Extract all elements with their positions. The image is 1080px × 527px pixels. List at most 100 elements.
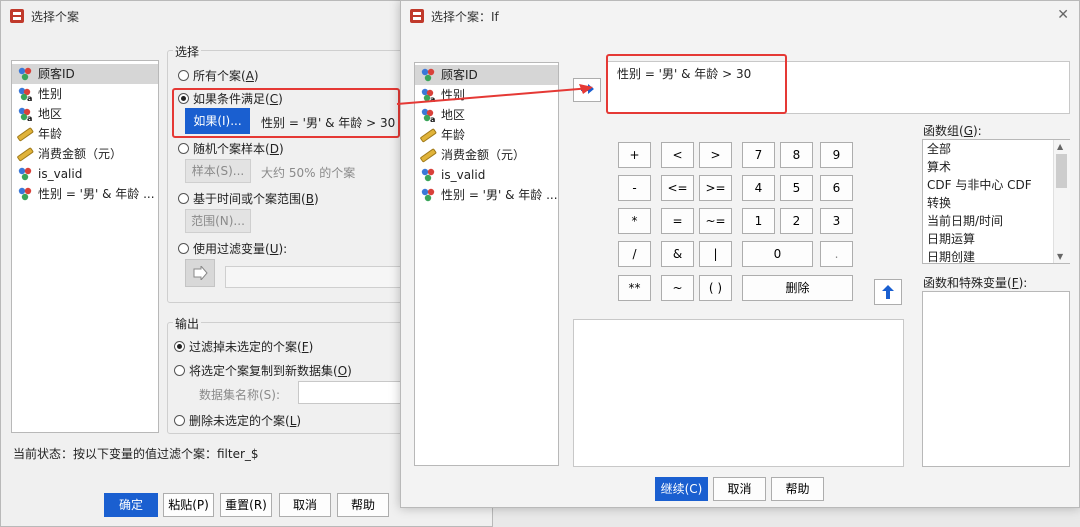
radio-time-range-label: 基于时间或个案范围 xyxy=(193,192,302,206)
keypad-key[interactable]: 7 xyxy=(742,142,775,168)
keypad-key[interactable]: + xyxy=(618,142,651,168)
function-group-item[interactable]: 算术 xyxy=(923,158,1069,176)
variable-item[interactable]: 年龄 xyxy=(415,125,558,145)
variable-label: is_valid xyxy=(38,167,83,181)
function-group-item[interactable]: 全部 xyxy=(923,140,1069,158)
variable-item[interactable]: 顾客ID xyxy=(12,64,158,84)
variable-label: 性别 = '男' & 年龄 ... xyxy=(441,188,558,202)
select-group-label: 选择 xyxy=(173,43,202,60)
if-cancel-button[interactable]: 取消 xyxy=(713,477,766,501)
keypad-key[interactable]: < xyxy=(661,142,694,168)
variable-item[interactable]: a 地区 xyxy=(12,104,158,124)
annotation-arrow xyxy=(396,84,593,105)
keypad-key[interactable]: 5 xyxy=(780,175,813,201)
keypad-key[interactable]: 4 xyxy=(742,175,775,201)
function-group-item[interactable]: 日期创建 xyxy=(923,248,1069,263)
functions-list[interactable] xyxy=(922,291,1070,467)
keypad-key[interactable]: 0 xyxy=(742,241,813,267)
keypad-key[interactable]: 6 xyxy=(820,175,853,201)
variable-label: 性别 xyxy=(38,87,63,101)
keypad-key[interactable]: ( ) xyxy=(699,275,732,301)
radio-filter-out-label: 过滤掉未选定的个案 xyxy=(189,340,298,354)
function-group-list[interactable]: 全部 算术 CDF 与非中心 CDF 转换 当前日期/时间 日期运算 日期创建 xyxy=(922,139,1070,264)
keypad-key[interactable]: > xyxy=(699,142,732,168)
spss-app-icon xyxy=(10,9,24,23)
keypad-key[interactable]: ~= xyxy=(699,208,732,234)
radio-all-cases-key: A xyxy=(245,68,254,83)
scroll-down-icon[interactable]: ▼ xyxy=(1057,252,1063,261)
if-title-bar[interactable]: 选择个案：If ✕ xyxy=(401,1,1079,31)
keypad-key[interactable]: >= xyxy=(699,175,732,201)
radio-time-range-dot[interactable] xyxy=(178,193,189,204)
radio-all-cases-dot[interactable] xyxy=(178,70,189,81)
keypad-delete-key[interactable]: 删除 xyxy=(742,275,853,301)
radio-delete-unselected-dot[interactable] xyxy=(174,415,185,426)
keypad-key[interactable]: . xyxy=(820,241,853,267)
radio-random-sample[interactable]: 随机个案样本(D) xyxy=(178,140,284,157)
sample-button[interactable]: 样本(S)... xyxy=(185,159,251,183)
nominal-string-icon: a xyxy=(18,87,32,102)
radio-time-range[interactable]: 基于时间或个案范围(B) xyxy=(178,190,319,207)
keypad-key[interactable]: & xyxy=(661,241,694,267)
keypad-key[interactable]: 2 xyxy=(780,208,813,234)
paste-button[interactable]: 粘贴(P) xyxy=(163,493,214,517)
move-up-button[interactable] xyxy=(874,279,902,305)
filter-variable-field[interactable] xyxy=(225,266,405,288)
variable-item[interactable]: 年龄 xyxy=(12,124,158,144)
function-group-item[interactable]: CDF 与非中心 CDF xyxy=(923,176,1069,194)
keypad-key[interactable]: = xyxy=(661,208,694,234)
keypad-key[interactable]: * xyxy=(618,208,651,234)
svg-text:a: a xyxy=(27,114,32,122)
svg-text:a: a xyxy=(27,94,32,102)
radio-copy-dataset[interactable]: 将选定个案复制到新数据集(O) xyxy=(174,362,352,379)
scroll-thumb[interactable] xyxy=(1056,154,1067,188)
if-help-button[interactable]: 帮助 xyxy=(771,477,824,501)
keypad-key[interactable]: | xyxy=(699,241,732,267)
keypad-key[interactable]: 8 xyxy=(780,142,813,168)
variable-item[interactable]: is_valid xyxy=(12,164,158,184)
radio-filter-variable[interactable]: 使用过滤变量(U): xyxy=(178,240,287,257)
if-variable-list[interactable]: 顾客ID a 性别 a 地区 年龄 消费金额（元） is_valid 性别 = '男' & 年龄… xyxy=(414,62,559,466)
variable-item[interactable]: 性别 = '男' & 年龄 ... xyxy=(12,184,158,204)
radio-all-cases[interactable]: 所有个案(A) xyxy=(178,67,259,84)
help-button[interactable]: 帮助 xyxy=(337,493,389,517)
variable-item[interactable]: a 性别 xyxy=(12,84,158,104)
radio-random-sample-dot[interactable] xyxy=(178,143,189,154)
function-group-item[interactable]: 当前日期/时间 xyxy=(923,212,1069,230)
highlight-box-expression xyxy=(606,54,787,114)
keypad-key[interactable]: ** xyxy=(618,275,651,301)
variable-item[interactable]: 性别 = '男' & 年龄 ... xyxy=(415,185,558,205)
scroll-up-icon[interactable]: ▲ xyxy=(1057,142,1063,151)
reset-button[interactable]: 重置(R) xyxy=(220,493,272,517)
radio-copy-dataset-dot[interactable] xyxy=(174,365,185,376)
keypad-key[interactable]: 9 xyxy=(820,142,853,168)
function-group-scrollbar[interactable]: ▲ ▼ xyxy=(1053,140,1070,263)
keypad-key[interactable]: - xyxy=(618,175,651,201)
cancel-button[interactable]: 取消 xyxy=(279,493,331,517)
keypad-key[interactable]: 1 xyxy=(742,208,775,234)
radio-copy-dataset-label: 将选定个案复制到新数据集 xyxy=(189,364,334,378)
close-icon[interactable]: ✕ xyxy=(1057,7,1069,23)
radio-delete-unselected[interactable]: 删除未选定的个案(L) xyxy=(174,412,301,429)
main-variable-list[interactable]: 顾客ID a 性别 a 地区 年龄 消费金额（元） is_valid 性别 = '男' & 年龄… xyxy=(11,60,159,433)
radio-filter-out[interactable]: 过滤掉未选定的个案(F) xyxy=(174,338,313,355)
function-group-item[interactable]: 转换 xyxy=(923,194,1069,212)
function-group-item[interactable]: 日期运算 xyxy=(923,230,1069,248)
variable-item[interactable]: 消费金额（元） xyxy=(415,145,558,165)
range-button[interactable]: 范围(N)... xyxy=(185,209,251,233)
keypad-key[interactable]: ~ xyxy=(661,275,694,301)
keypad-key[interactable]: / xyxy=(618,241,651,267)
dataset-name-label: 数据集名称(S): xyxy=(199,388,281,402)
variable-item[interactable]: is_valid xyxy=(415,165,558,185)
continue-button[interactable]: 继续(C) xyxy=(655,477,708,501)
radio-filter-variable-dot[interactable] xyxy=(178,243,189,254)
dataset-name-input[interactable] xyxy=(298,381,408,404)
keypad-key[interactable]: 3 xyxy=(820,208,853,234)
scale-icon xyxy=(420,148,437,163)
ok-button[interactable]: 确定 xyxy=(104,493,158,517)
filter-move-button[interactable] xyxy=(185,259,215,287)
variable-item[interactable]: 消费金额（元） xyxy=(12,144,158,164)
scale-icon xyxy=(17,147,34,162)
radio-filter-out-dot[interactable] xyxy=(174,341,185,352)
keypad-key[interactable]: <= xyxy=(661,175,694,201)
